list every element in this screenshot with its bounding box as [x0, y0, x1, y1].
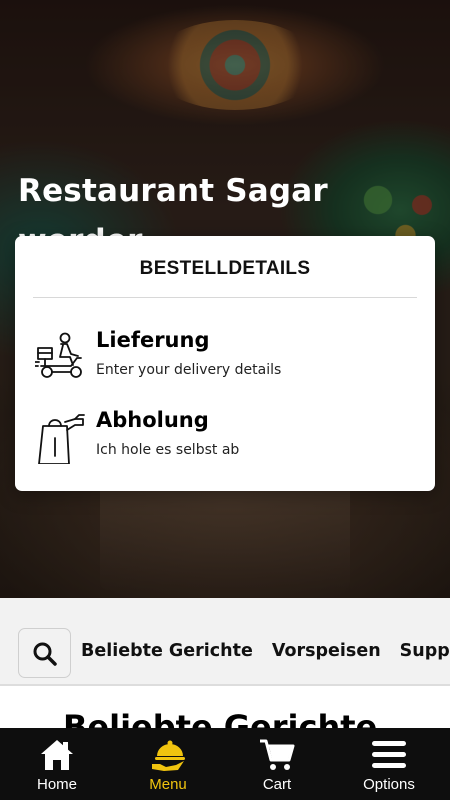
- delivery-scooter-icon: [35, 332, 82, 378]
- hamburger-icon: [372, 741, 406, 768]
- nav-home-label: Home: [36, 776, 77, 793]
- menu-section: Beliebte Gerichte: [0, 686, 450, 730]
- pickup-option[interactable]: Abholung Ich hole es selbst ab: [15, 402, 435, 472]
- nav-options-label: Options: [363, 776, 415, 793]
- category-tab-popular[interactable]: Beliebte Gerichte: [81, 641, 253, 661]
- nav-home[interactable]: Home: [2, 728, 112, 800]
- section-heading: Beliebte Gerichte: [63, 708, 378, 730]
- delivery-option[interactable]: Lieferung Enter your delivery details: [15, 322, 435, 392]
- pickup-label: Abholung: [96, 408, 209, 432]
- nav-menu-label: Menu: [149, 776, 187, 793]
- cart-icon: [260, 739, 295, 770]
- modal-divider: [33, 297, 417, 298]
- bottom-navigation: Home Menu Cart Options: [0, 728, 450, 800]
- search-icon: [33, 642, 57, 666]
- order-details-modal: BESTELLDETAILS Lieferung Enter your deli…: [15, 236, 435, 491]
- category-strip: Beliebte Gerichte Vorspeisen Suppen: [0, 598, 450, 686]
- nav-cart-label: Cart: [262, 776, 292, 793]
- search-button[interactable]: [18, 628, 71, 678]
- delivery-subtitle: Enter your delivery details: [96, 362, 282, 378]
- category-tab-starters[interactable]: Vorspeisen: [272, 641, 381, 661]
- pickup-subtitle: Ich hole es selbst ab: [96, 442, 240, 458]
- category-tabs: Beliebte Gerichte Vorspeisen Suppen: [81, 641, 450, 661]
- category-tab-soups[interactable]: Suppen: [400, 641, 450, 661]
- nav-cart[interactable]: Cart: [222, 728, 332, 800]
- nav-options[interactable]: Options: [334, 728, 444, 800]
- home-icon: [41, 740, 73, 770]
- menu-cloche-icon: [152, 740, 185, 771]
- modal-title: BESTELLDETAILS: [139, 258, 311, 279]
- takeaway-bag-icon: [38, 414, 85, 464]
- nav-menu[interactable]: Menu: [113, 728, 223, 800]
- delivery-label: Lieferung: [96, 328, 210, 352]
